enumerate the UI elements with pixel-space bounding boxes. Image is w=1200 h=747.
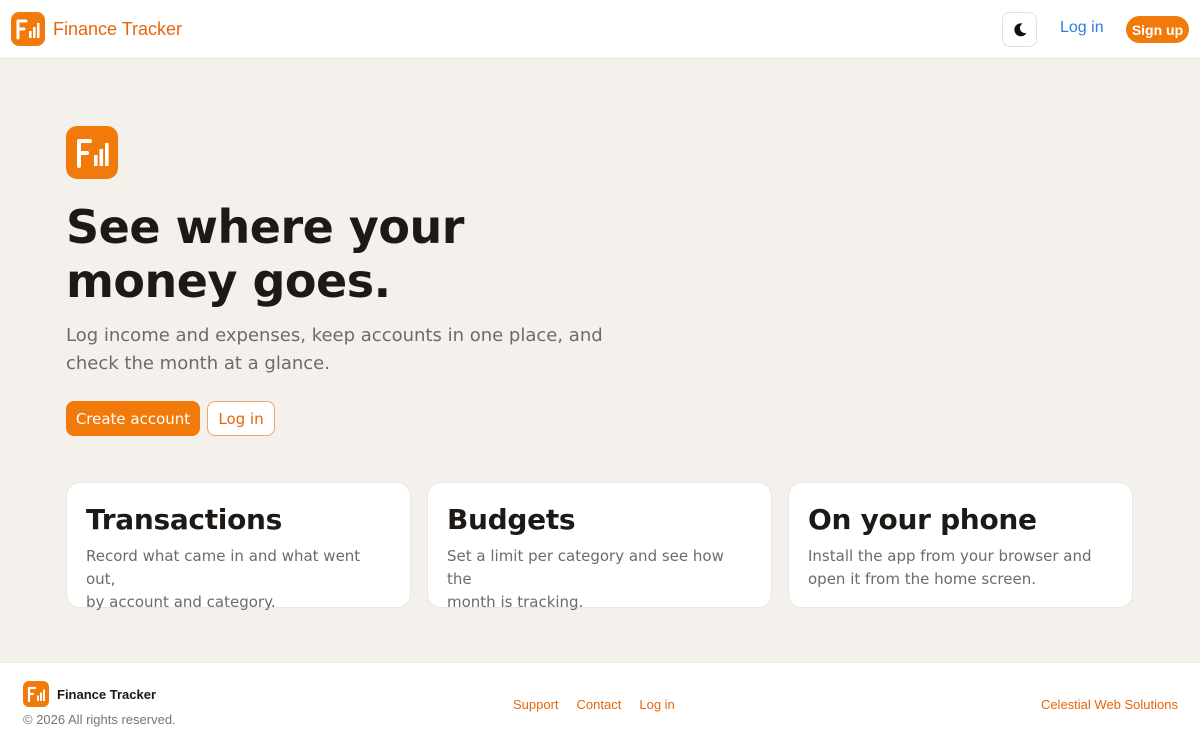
hero-title-line-2: money goes. bbox=[66, 254, 391, 308]
top-navbar: Finance Tracker Log in Sign up bbox=[0, 0, 1200, 59]
footer-link-login[interactable]: Log in bbox=[639, 697, 674, 712]
footer-link-contact[interactable]: Contact bbox=[577, 697, 622, 712]
footer-links: Support Contact Log in bbox=[513, 697, 675, 712]
footer-company-link[interactable]: Celestial Web Solutions bbox=[1041, 697, 1178, 712]
finance-tracker-logo-icon bbox=[11, 12, 45, 46]
feature-card-body: Install the app from your browser and op… bbox=[808, 545, 1113, 591]
hero-login-button[interactable]: Log in bbox=[207, 401, 275, 436]
hero-subtitle-line-2: check the month at a glance. bbox=[66, 353, 330, 374]
hero-subtitle: Log income and expenses, keep accounts i… bbox=[66, 322, 646, 378]
feature-card-body-line: by account and category. bbox=[86, 593, 276, 611]
hero-subtitle-line-1: Log income and expenses, keep accounts i… bbox=[66, 325, 603, 346]
feature-card-body-line: Install the app from your browser and bbox=[808, 547, 1092, 565]
copyright-text: © 2026 All rights reserved. bbox=[23, 712, 176, 727]
footer: Finance Tracker © 2026 All rights reserv… bbox=[0, 662, 1200, 747]
feature-card-body-line: Set a limit per category and see how the bbox=[447, 547, 724, 588]
feature-card-budgets: Budgets Set a limit per category and see… bbox=[427, 482, 772, 611]
create-account-button[interactable]: Create account bbox=[66, 401, 200, 436]
hero-logo-icon bbox=[66, 126, 118, 179]
brand-name: Finance Tracker bbox=[53, 18, 183, 39]
finance-tracker-logo-icon bbox=[23, 681, 49, 707]
moon-icon bbox=[1013, 22, 1026, 36]
theme-toggle-button[interactable] bbox=[1002, 12, 1037, 47]
feature-card-title: On your phone bbox=[808, 503, 1037, 536]
footer-link-support[interactable]: Support bbox=[513, 697, 559, 712]
feature-card-phone: On your phone Install the app from your … bbox=[788, 482, 1133, 608]
footer-brand-name: Finance Tracker bbox=[57, 686, 156, 702]
header-login-link[interactable]: Log in bbox=[1060, 19, 1104, 37]
feature-card-body: Record what came in and what went out, b… bbox=[86, 545, 391, 614]
feature-card-body: Set a limit per category and see how the… bbox=[447, 545, 752, 614]
footer-brand: Finance Tracker bbox=[23, 681, 156, 707]
brand-link[interactable]: Finance Tracker bbox=[11, 12, 182, 46]
feature-card-body-line: month is tracking. bbox=[447, 593, 584, 611]
feature-card-title: Budgets bbox=[447, 503, 576, 536]
feature-card-transactions: Transactions Record what came in and wha… bbox=[66, 482, 411, 611]
feature-card-body-line: open it from the home screen. bbox=[808, 570, 1037, 588]
hero-title-line-1: See where your bbox=[66, 200, 464, 254]
feature-card-title: Transactions bbox=[86, 503, 283, 536]
signup-button[interactable]: Sign up bbox=[1126, 16, 1189, 43]
feature-card-body-line: Record what came in and what went out, bbox=[86, 547, 361, 588]
hero-title: See where your money goes. bbox=[66, 200, 666, 308]
